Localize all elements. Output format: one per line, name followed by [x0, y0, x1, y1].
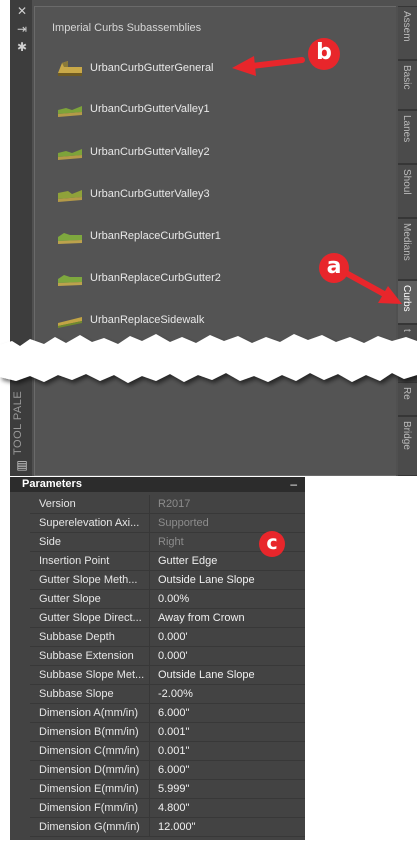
param-row-subbase-slope[interactable]: Subbase Slope -2.00% [30, 685, 305, 704]
curb-replace-icon [58, 275, 82, 286]
param-row-version[interactable]: Version R2017 [30, 495, 305, 514]
annotation-b-arrow [232, 56, 305, 76]
parameters-header: Parameters – [10, 477, 305, 492]
param-row-subbase-extension[interactable]: Subbase Extension 0.000' [30, 647, 305, 666]
param-row-dimension-g[interactable]: Dimension G(mm/in) 12.000" [30, 818, 305, 837]
palette-tab-strip: Assem Basic Lanes Shoul Medians Curbs t … [398, 6, 417, 476]
auto-hide-icon[interactable]: ⇥ [14, 22, 30, 36]
param-row-dimension-b[interactable]: Dimension B(mm/in) 0.001" [30, 723, 305, 742]
tool-item-urbancurbguttergeneral[interactable]: UrbanCurbGutterGeneral [56, 56, 214, 80]
tab-shoul[interactable]: Shoul [398, 164, 417, 218]
parameters-title: Parameters [22, 478, 82, 490]
parameters-panel: Parameters – Version R2017 Superelevation… [10, 477, 305, 840]
torn-paper-break [0, 334, 417, 383]
curb-general-icon [58, 61, 82, 76]
param-row-dimension-d[interactable]: Dimension D(mm/in) 6.000" [30, 761, 305, 780]
close-icon[interactable]: ✕ [14, 4, 30, 18]
curb-valley-icon [58, 106, 82, 117]
tool-item-urbancurbguttervalley1[interactable]: UrbanCurbGutterValley1 [56, 97, 210, 121]
tool-item-urbancurbguttervalley2[interactable]: UrbanCurbGutterValley2 [56, 140, 210, 164]
curb-valley-icon [58, 190, 82, 202]
curb-valley-icon [58, 149, 82, 160]
param-row-gutter-slope-direction[interactable]: Gutter Slope Direct... Away from Crown [30, 609, 305, 628]
collapse-icon[interactable]: – [290, 477, 297, 491]
properties-gear-icon[interactable]: ✱ [14, 40, 30, 54]
param-row-subbase-depth[interactable]: Subbase Depth 0.000' [30, 628, 305, 647]
palette-heading: Imperial Curbs Subassemblies [52, 22, 202, 34]
param-row-dimension-f[interactable]: Dimension F(mm/in) 4.800" [30, 799, 305, 818]
tool-item-urbancurbguttervalley3[interactable]: UrbanCurbGutterValley3 [56, 182, 210, 206]
tool-item-urbanreplacecurbgutter2[interactable]: UrbanReplaceCurbGutter2 [56, 266, 221, 290]
tab-lanes[interactable]: Lanes [398, 110, 417, 164]
tool-item-urbanreplacecurbgutter1[interactable]: UrbanReplaceCurbGutter1 [56, 224, 221, 248]
tool-palette-window: ✕ ⇥ ✱ TOOL PALE ▤ Imperial Curbs Subasse… [0, 0, 417, 478]
param-row-dimension-a[interactable]: Dimension A(mm/in) 6.000" [30, 704, 305, 723]
param-row-dimension-c[interactable]: Dimension C(mm/in) 0.001" [30, 742, 305, 761]
param-row-dimension-e[interactable]: Dimension E(mm/in) 5.999" [30, 780, 305, 799]
annotation-a-arrow [343, 270, 402, 304]
tab-basic[interactable]: Basic [398, 60, 417, 110]
tab-assem[interactable]: Assem [398, 6, 417, 60]
curb-replace-icon [58, 233, 82, 244]
param-row-subbase-slope-method[interactable]: Subbase Slope Met... Outside Lane Slope [30, 666, 305, 685]
tab-bridge[interactable]: Bridge [398, 416, 417, 476]
palette-menu-icon[interactable]: ▤ [14, 458, 30, 472]
param-row-gutter-slope-method[interactable]: Gutter Slope Meth... Outside Lane Slope [30, 571, 305, 590]
param-row-gutter-slope[interactable]: Gutter Slope 0.00% [30, 590, 305, 609]
